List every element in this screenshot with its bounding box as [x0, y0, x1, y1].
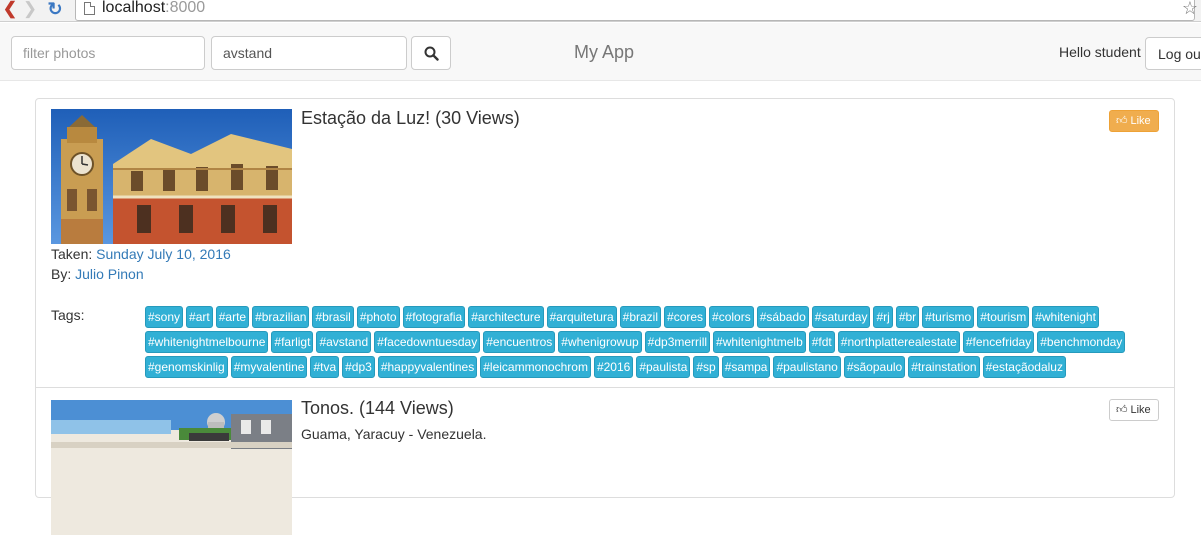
tag-badge[interactable]: #fotografia [402, 306, 466, 328]
tag-badge[interactable]: #trainstation [908, 356, 980, 378]
tag-badge[interactable]: #architecture [468, 306, 544, 328]
photo-author: By: Julio Pinon [51, 266, 144, 282]
page-icon [84, 2, 95, 15]
tag-list: #sony #art #arte #brazilian #brasil #photo #fo… [145, 306, 1155, 378]
tag-badge[interactable]: #art [186, 306, 213, 328]
app-brand[interactable]: My App [574, 42, 634, 63]
tag-badge[interactable]: #arquitetura [546, 306, 617, 328]
search-button[interactable] [411, 36, 451, 70]
tag-badge[interactable]: #paulistano [773, 356, 841, 378]
like-button[interactable]: 👍︎ Like [1109, 399, 1159, 421]
forward-arrow-icon[interactable]: ❯ [20, 0, 40, 20]
app-navbar: My App Hello student Log ou [0, 23, 1201, 81]
tag-badge[interactable]: #2016 [593, 356, 634, 378]
station-photo-image [51, 109, 292, 244]
photo-list-item: Tonos. (144 Views) Guama, Yaracuy - Vene… [36, 388, 1174, 535]
thumbs-up-icon: 👍︎ [1116, 115, 1128, 127]
tag-badge[interactable]: #tourism [977, 306, 1030, 328]
tag-badge[interactable]: #saturday [811, 306, 871, 328]
tag-badge[interactable]: #facedowntuesday [374, 331, 481, 353]
tag-badge[interactable]: #br [895, 306, 920, 328]
tag-badge[interactable]: #sony [145, 306, 184, 328]
tag-badge[interactable]: #sampa [721, 356, 771, 378]
photo-thumbnail[interactable] [51, 109, 292, 244]
browser-toolbar: ❮ ❯ ↻ localhost:8000 ☆ [0, 0, 1201, 22]
author-link[interactable]: Julio Pinon [75, 266, 144, 282]
tag-badge[interactable]: #colors [709, 306, 754, 328]
tag-badge[interactable]: #sp [693, 356, 719, 378]
search-icon [424, 46, 439, 61]
tag-badge[interactable]: #whenigrowup [558, 331, 642, 353]
tag-badge[interactable]: #tva [310, 356, 340, 378]
tag-badge[interactable]: #avstand [316, 331, 372, 353]
tag-badge[interactable]: #farligt [271, 331, 314, 353]
tag-badge[interactable]: #brasil [312, 306, 354, 328]
photo-thumbnail[interactable] [51, 400, 292, 535]
tag-badge[interactable]: #turismo [922, 306, 975, 328]
tags-label: Tags: [51, 307, 85, 323]
filter-photos-input[interactable] [11, 36, 205, 70]
street-photo-image [51, 400, 292, 535]
tag-badge[interactable]: #happyvalentines [377, 356, 478, 378]
thumbs-up-icon: 👍︎ [1116, 404, 1128, 416]
tag-badge[interactable]: #estaçãodaluz [982, 356, 1066, 378]
photo-title[interactable]: Tonos. (144 Views) [301, 398, 454, 419]
photo-title[interactable]: Estação da Luz! (30 Views) [301, 108, 520, 129]
photo-taken: Taken: Sunday July 10, 2016 [51, 246, 231, 262]
tag-badge[interactable]: #sábado [756, 306, 809, 328]
back-arrow-icon[interactable]: ❮ [0, 0, 20, 20]
tag-badge[interactable]: #fdt [808, 331, 835, 353]
tag-badge[interactable]: #dp3 [342, 356, 375, 378]
reload-icon[interactable]: ↻ [45, 0, 65, 20]
tag-badge[interactable]: #photo [356, 306, 400, 328]
tag-badge[interactable]: #arte [215, 306, 250, 328]
tag-badge[interactable]: #sãopaulo [843, 356, 906, 378]
url-text: localhost:8000 [102, 0, 206, 16]
tag-badge[interactable]: #brazil [619, 306, 662, 328]
address-bar[interactable]: localhost:8000 ☆ [75, 0, 1198, 21]
tag-badge[interactable]: #whitenightmelb [713, 331, 806, 353]
tag-badge[interactable]: #cores [664, 306, 707, 328]
photo-list: Estação da Luz! (30 Views) 👍︎ Like Taken:… [35, 98, 1175, 535]
tag-badge[interactable]: #whitenight [1032, 306, 1099, 328]
logout-button[interactable]: Log ou [1145, 37, 1201, 70]
taken-date-link[interactable]: Sunday July 10, 2016 [96, 246, 231, 262]
tag-badge[interactable]: #benchmonday [1037, 331, 1126, 353]
tag-badge[interactable]: #rj [873, 306, 893, 328]
photo-list-item: Estação da Luz! (30 Views) 👍︎ Like Taken:… [36, 99, 1174, 388]
tag-badge[interactable]: #fencefriday [962, 331, 1035, 353]
tag-badge[interactable]: #encuentros [483, 331, 556, 353]
tag-badge[interactable]: #northplatterealestate [837, 331, 960, 353]
tag-badge[interactable]: #genomskinlig [145, 356, 228, 378]
tag-badge[interactable]: #paulista [636, 356, 691, 378]
photo-description: Guama, Yaracuy - Venezuela. [301, 426, 487, 442]
tag-badge[interactable]: #whitenightmelbourne [145, 331, 269, 353]
tag-badge[interactable]: #leicammonochrom [480, 356, 591, 378]
greeting-text: Hello student [1059, 44, 1141, 60]
tag-badge[interactable]: #myvalentine [230, 356, 308, 378]
tag-badge[interactable]: #brazilian [252, 306, 310, 328]
like-button[interactable]: 👍︎ Like [1109, 110, 1159, 132]
search-input[interactable] [211, 36, 407, 70]
tag-badge[interactable]: #dp3merrill [644, 331, 711, 353]
bookmark-star-icon[interactable]: ☆ [1182, 0, 1198, 19]
